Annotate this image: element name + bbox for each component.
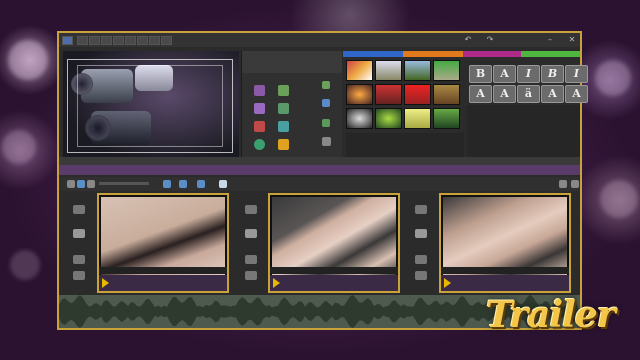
template-thumb[interactable] (404, 60, 431, 81)
tab-green[interactable] (521, 51, 580, 57)
refresh-icon[interactable] (163, 180, 171, 188)
template-thumb[interactable] (433, 60, 460, 81)
effect-icon[interactable] (278, 85, 289, 96)
speaker-icon[interactable] (245, 229, 257, 238)
close-icon[interactable]: ✕ (567, 35, 577, 44)
toolbar-button[interactable] (89, 36, 100, 45)
template-thumb[interactable] (346, 108, 373, 129)
folder-icon[interactable] (278, 139, 289, 150)
app-menu-icon[interactable] (62, 36, 73, 45)
text-style[interactable]: A (469, 85, 492, 103)
play-marker-icon (102, 278, 109, 288)
editor-window: ↶ ↷ – ✕ B A I B I A A ä A A (57, 31, 588, 330)
scene-tool-icon[interactable] (77, 180, 85, 188)
thumbnail-scroll-area[interactable] (346, 133, 464, 159)
text-style[interactable]: A (493, 85, 516, 103)
clip-label (441, 267, 569, 274)
toolbar-button[interactable] (125, 36, 136, 45)
tab-blue[interactable] (343, 51, 403, 57)
tool-icon[interactable] (219, 180, 227, 188)
template-thumb[interactable] (375, 60, 402, 81)
play-marker-icon (273, 278, 280, 288)
speaker-icon[interactable] (415, 271, 427, 280)
effect-icon[interactable] (322, 99, 330, 107)
text-style[interactable]: I (517, 65, 540, 83)
template-thumb[interactable] (346, 84, 373, 105)
toolbar-button[interactable] (113, 36, 124, 45)
tab-orange[interactable] (403, 51, 463, 57)
clip-label (99, 267, 227, 274)
minimize-icon[interactable]: – (545, 35, 555, 44)
library-tabs (343, 51, 580, 57)
undo-icon[interactable]: ↶ (463, 35, 473, 44)
play-marker-icon (444, 278, 451, 288)
toolbar-button[interactable] (161, 36, 172, 45)
effect-icon[interactable] (278, 121, 289, 132)
trailer-title: Trailer (486, 294, 616, 336)
speaker-icon[interactable] (415, 229, 427, 238)
effect-icon[interactable] (322, 119, 330, 127)
template-thumb[interactable] (433, 84, 460, 105)
template-thumb[interactable] (404, 84, 431, 105)
effect-icon[interactable] (254, 121, 265, 132)
text-style[interactable]: B (541, 65, 564, 83)
microphone-icon[interactable] (197, 180, 205, 188)
text-style[interactable]: A (565, 85, 588, 103)
text-style[interactable]: ä (517, 85, 540, 103)
tool-icon[interactable] (87, 180, 95, 188)
tool-icon[interactable] (559, 180, 567, 188)
timeline-toolbar (59, 177, 580, 191)
timeline-clip[interactable] (268, 193, 400, 293)
toolbar-button[interactable] (149, 36, 160, 45)
effect-icon[interactable] (278, 103, 289, 114)
effect-icon[interactable] (322, 81, 330, 89)
track-controls (63, 197, 97, 293)
track-controls (405, 197, 439, 293)
film-icon[interactable] (415, 205, 427, 214)
text-style[interactable]: A (493, 65, 516, 83)
film-icon[interactable] (415, 255, 427, 264)
toolbar-button[interactable] (137, 36, 148, 45)
film-icon[interactable] (245, 205, 257, 214)
film-icon[interactable] (73, 255, 85, 264)
template-thumb[interactable] (404, 108, 431, 129)
toolbar-button[interactable] (101, 36, 112, 45)
preview-transport[interactable] (59, 157, 580, 165)
effect-icon[interactable] (322, 137, 331, 146)
clip-label (270, 267, 398, 274)
template-thumbnails (346, 60, 464, 130)
template-thumb[interactable] (433, 108, 460, 129)
template-thumb[interactable] (375, 84, 402, 105)
effect-icon[interactable] (254, 103, 265, 114)
redo-icon[interactable]: ↷ (485, 35, 495, 44)
toolbar-button[interactable] (77, 36, 88, 45)
crop-icon[interactable] (179, 180, 187, 188)
timeline-clip[interactable] (439, 193, 571, 293)
safe-area-inner (77, 65, 223, 147)
speaker-icon[interactable] (73, 271, 85, 280)
timeline-ruler[interactable] (59, 165, 580, 175)
tool-icon[interactable] (571, 180, 579, 188)
text-style[interactable]: A (541, 85, 564, 103)
film-icon[interactable] (73, 205, 85, 214)
effect-icon[interactable] (254, 85, 265, 96)
speaker-icon[interactable] (73, 229, 85, 238)
effects-palette (241, 51, 342, 163)
text-style[interactable]: B (469, 65, 492, 83)
speaker-icon[interactable] (245, 271, 257, 280)
template-thumb[interactable] (346, 60, 373, 81)
select-tool-icon[interactable] (67, 180, 75, 188)
effect-icon[interactable] (254, 139, 265, 150)
text-style-scroll-area[interactable] (467, 105, 580, 159)
film-icon[interactable] (245, 255, 257, 264)
zoom-slider[interactable] (99, 182, 149, 185)
timeline-clip[interactable] (97, 193, 229, 293)
text-style[interactable]: I (565, 65, 588, 83)
tab-magenta[interactable] (463, 51, 521, 57)
preview-monitor[interactable] (63, 51, 239, 163)
template-thumb[interactable] (375, 108, 402, 129)
track-controls (235, 197, 269, 293)
title-bar: ↶ ↷ – ✕ (59, 33, 580, 47)
